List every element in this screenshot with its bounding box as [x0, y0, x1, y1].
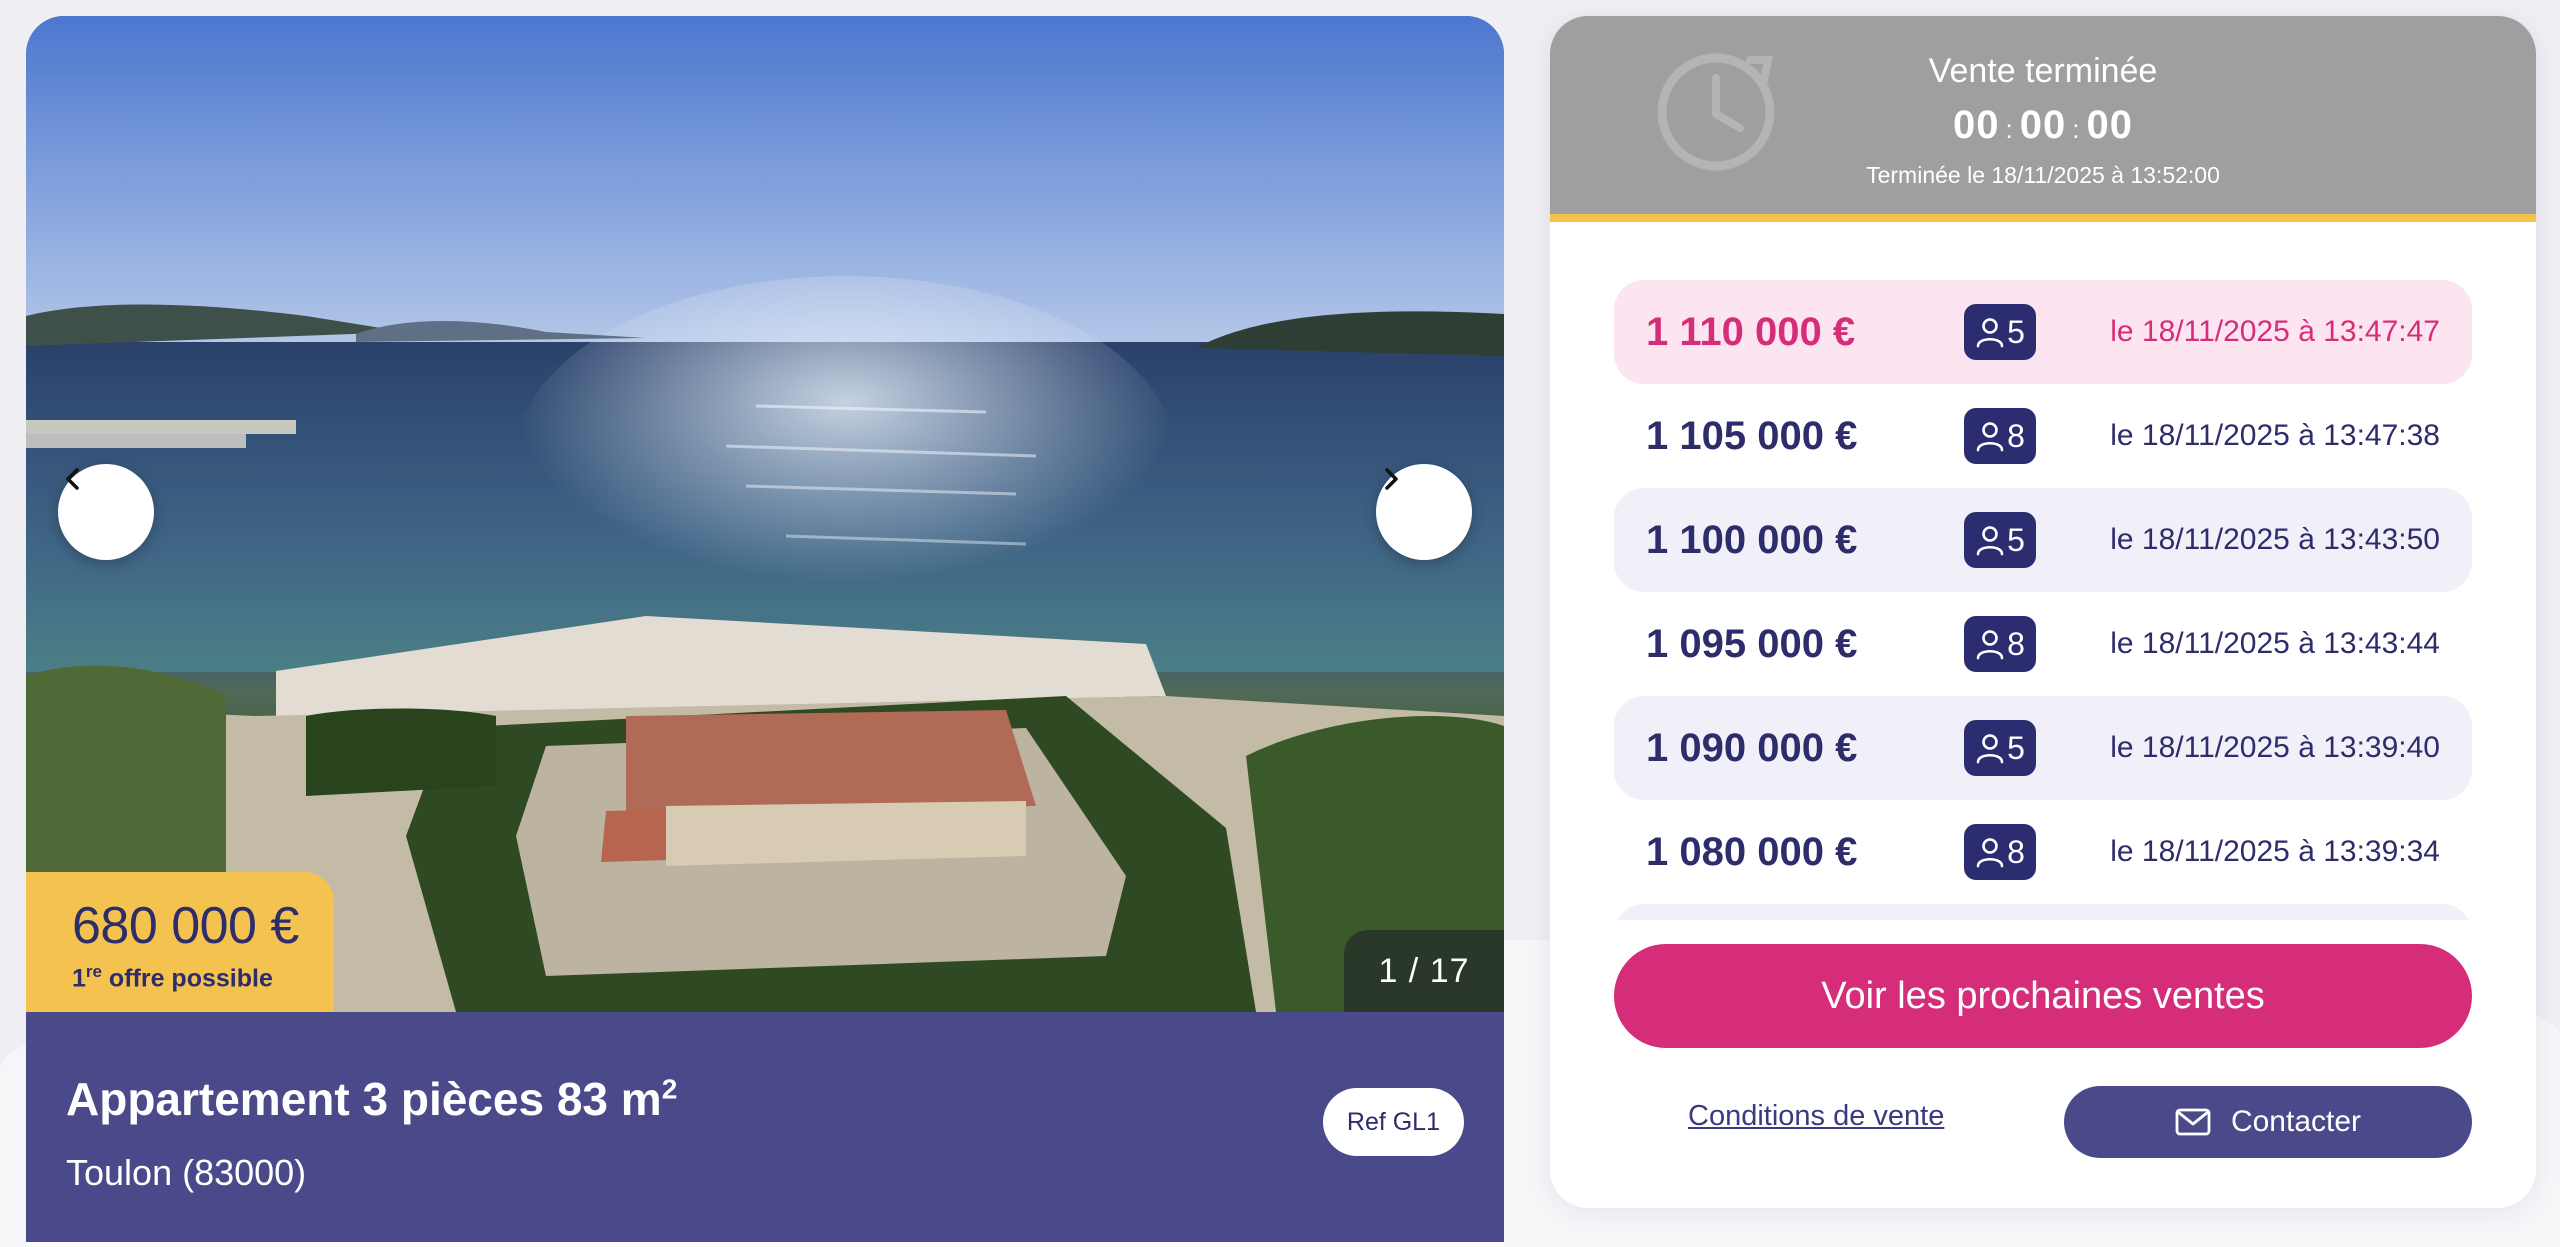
bid-time: le 18/11/2025 à 13:43:44 [2110, 627, 2440, 660]
mail-icon [2175, 1108, 2211, 1136]
bidder-badge: 5 [1964, 304, 2036, 360]
contact-label: Contacter [2230, 1105, 2362, 1138]
bid-row: 1 095 000 € 8 le 18/11/2025 à 13:43:44 [1614, 592, 2472, 696]
bid-row: 1 080 000 € 8 le 18/11/2025 à 13:39:34 [1614, 800, 2472, 904]
bid-time: le 18/11/2025 à 13:39:34 [2110, 835, 2440, 868]
bid-row: 1 090 000 € 5 le 18/11/2025 à 13:39:40 [1614, 696, 2472, 800]
bid-row: 1 100 000 € 5 le 18/11/2025 à 13:43:50 [1614, 488, 2472, 592]
photo-illustration [26, 16, 1504, 1012]
offer-note: 1re offre possible [72, 962, 273, 993]
bid-time: le 18/11/2025 à 13:39:40 [2110, 731, 2440, 764]
bidder-badge: 5 [1964, 512, 2036, 568]
upcoming-sales-button[interactable]: Voir les prochaines ventes [1614, 944, 2472, 1048]
clock-icon [1657, 53, 1775, 171]
bidder-badge: 8 [1964, 616, 2036, 672]
reference-badge: Ref GL1 [1322, 1088, 1464, 1156]
starting-price-tag: 680 000 € 1re offre possible [26, 872, 334, 1012]
user-icon [1976, 734, 2004, 764]
photo-counter: 1 / 17 [1344, 930, 1504, 1012]
bid-time: le 18/11/2025 à 13:47:38 [2110, 419, 2440, 452]
auction-status-header: Vente terminée 00:00:00 Terminée le 18/1… [1550, 16, 2536, 222]
bid-amount: 1 080 000 € [1646, 829, 1858, 874]
next-photo-button[interactable] [1376, 464, 1472, 560]
bid-row-highest: 1 110 000 € 5 le 18/11/2025 à 13:47:47 [1614, 280, 2472, 384]
bid-row-partial [1614, 904, 2472, 920]
listing-card: 680 000 € 1re offre possible 1 / 17 Appa… [26, 16, 1504, 1247]
starting-price: 680 000 € [72, 897, 299, 955]
bid-history-list[interactable]: 1 110 000 € 5 le 18/11/2025 à 13:47:47 1… [1614, 280, 2472, 920]
bid-time: le 18/11/2025 à 13:43:50 [2110, 523, 2440, 556]
bid-amount: 1 095 000 € [1646, 621, 1858, 666]
bid-amount: 1 100 000 € [1646, 517, 1858, 562]
bid-amount: 1 105 000 € [1646, 413, 1858, 458]
bid-row: 1 105 000 € 8 le 18/11/2025 à 13:47:38 [1614, 384, 2472, 488]
bid-amount: 1 110 000 € [1646, 309, 1856, 354]
auction-panel: Vente terminée 00:00:00 Terminée le 18/1… [1550, 16, 2536, 1208]
listing-photo[interactable]: 680 000 € 1re offre possible 1 / 17 [26, 16, 1504, 1012]
user-icon [1976, 318, 2004, 348]
bidder-badge: 8 [1964, 408, 2036, 464]
sale-conditions-link[interactable]: Conditions de vente [1688, 1100, 1944, 1133]
bid-time: le 18/11/2025 à 13:47:47 [2110, 315, 2440, 348]
listing-info-band: Appartement 3 pièces 83 m2 Toulon (83000… [26, 1012, 1504, 1242]
listing-title: Appartement 3 pièces 83 m2 [66, 1073, 678, 1125]
user-icon [1976, 838, 2004, 868]
bidder-badge: 8 [1964, 824, 2036, 880]
bidder-badge: 5 [1964, 720, 2036, 776]
user-icon [1976, 422, 2004, 452]
user-icon [1976, 630, 2004, 660]
listing-city: Toulon (83000) [66, 1152, 307, 1193]
user-icon [1976, 526, 2004, 556]
previous-photo-button[interactable] [58, 464, 154, 560]
bid-amount: 1 090 000 € [1646, 725, 1858, 770]
chevron-left-icon [66, 468, 79, 490]
contact-button[interactable]: Contacter [2064, 1086, 2472, 1158]
chevron-right-icon [1385, 468, 1398, 490]
